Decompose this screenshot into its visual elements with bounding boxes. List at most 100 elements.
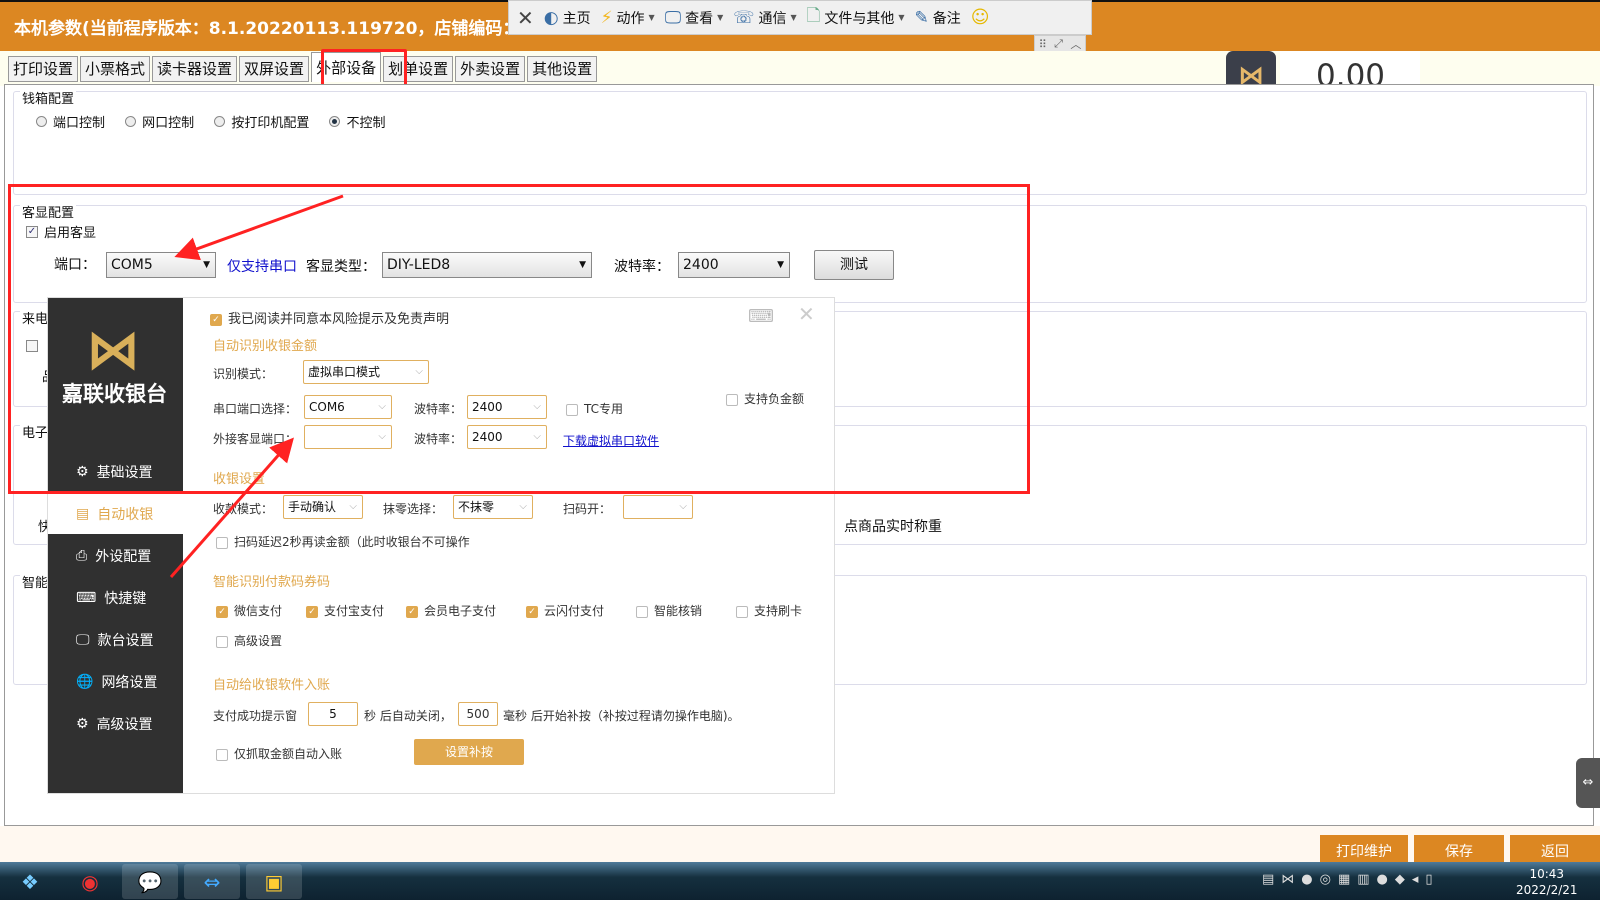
checkbox[interactable]: ✓ [26, 225, 38, 238]
checkbox[interactable] [216, 748, 228, 761]
pay-member[interactable]: ✓ 会员电子支付 [406, 602, 496, 619]
tab-other[interactable]: 其他设置 [527, 56, 598, 82]
radio-none[interactable]: 不控制 [329, 112, 385, 131]
dropdown-icon: ▼ [203, 260, 210, 270]
checkbox[interactable] [566, 403, 578, 416]
print-maintenance-button[interactable]: 打印维护 [1320, 835, 1408, 863]
pos-icon[interactable]: ▣ [246, 864, 302, 899]
nav-shortcuts[interactable]: ⌨ 快捷键 [48, 578, 183, 618]
gear-icon: ⚙ [76, 716, 89, 732]
view-icon: 🖵 [664, 7, 682, 28]
checkbox[interactable] [736, 605, 748, 618]
advanced-checkbox[interactable]: 高级设置 [216, 632, 282, 649]
baud-select[interactable]: 2400 ▼ [678, 252, 790, 278]
label: 端口控制 [53, 116, 106, 131]
ext-port-select[interactable]: ⌵ [304, 425, 392, 449]
chrome-icon[interactable]: ◉ [62, 864, 118, 899]
close-icon[interactable]: ✕ [517, 6, 534, 30]
checkbox[interactable]: ✓ [210, 313, 222, 326]
wechat-icon[interactable]: 💬 [122, 864, 178, 899]
label: 基础设置 [96, 465, 153, 481]
tab-receipt[interactable]: 小票格式 [80, 56, 151, 82]
serial-only-link[interactable]: 仅支持串口 [227, 256, 297, 276]
label: 高级设置 [96, 717, 153, 733]
retry-ms-input[interactable]: 500 [458, 702, 498, 726]
checkbox[interactable] [726, 393, 738, 406]
nav-counter[interactable]: 🖵 款台设置 [48, 620, 183, 660]
radio-printer[interactable]: 按打印机配置 [214, 112, 309, 131]
teamviewer-icon[interactable]: ⇔ [184, 864, 240, 899]
nav-basic[interactable]: ⚙ 基础设置 [48, 452, 183, 492]
keyboard-icon[interactable]: ⌨ [748, 306, 774, 327]
only-amount-checkbox[interactable]: 仅抓取金额自动入账 [216, 745, 342, 762]
checkbox[interactable] [216, 536, 228, 549]
smiley-icon[interactable]: ☺ [971, 7, 990, 28]
agree-checkbox[interactable]: ✓ 我已阅读并同意本风险提示及免责声明 [210, 308, 449, 327]
baud-label: 波特率： [414, 402, 463, 416]
negative-checkbox[interactable]: 支持负金额 [726, 390, 804, 407]
radio-network[interactable]: 网口控制 [125, 112, 194, 131]
toolbar-comm[interactable]: ☏ 通信 ▼ [733, 8, 796, 28]
checkbox[interactable]: ✓ [526, 605, 538, 618]
checkbox[interactable] [216, 635, 228, 648]
toolbar-home[interactable]: ◐ 主页 [544, 8, 591, 28]
scan-select[interactable]: ⌵ [623, 495, 693, 519]
set-retry-button[interactable]: 设置补按 [414, 739, 524, 765]
port-select[interactable]: COM6 ⌵ [304, 395, 392, 419]
value: COM6 [309, 400, 345, 414]
nav-network[interactable]: 🌐 网络设置 [48, 662, 183, 702]
save-button[interactable]: 保存 [1414, 835, 1504, 863]
radio-circle [125, 116, 137, 127]
pay-mode-select[interactable]: 手动确认 ⌵ [283, 495, 363, 519]
delay-checkbox[interactable]: 扫码延迟2秒再读金额（此时收银台不可操作 [216, 533, 470, 550]
mode-select[interactable]: 虚拟串口模式 ⌵ [303, 360, 429, 384]
nav-auto-cashier[interactable]: ▤ 自动收银 [48, 494, 183, 534]
pay-card[interactable]: 支持刷卡 [736, 602, 802, 619]
pay-wechat[interactable]: ✓ 微信支付 [216, 602, 282, 619]
baud-select-2[interactable]: 2400 ⌵ [467, 425, 547, 449]
tab-print[interactable]: 打印设置 [8, 56, 79, 82]
system-tray[interactable]: ▤⋈●◎▦▥●◆◂▯ [1262, 872, 1440, 887]
display-type-select[interactable]: DIY-LED8 ▼ [382, 252, 592, 278]
close-seconds-input[interactable]: 5 [308, 702, 358, 726]
checkbox[interactable]: ✓ [306, 605, 318, 618]
tab-takeout[interactable]: 外卖设置 [455, 56, 526, 82]
toolbar-note[interactable]: ✎ 备注 [915, 8, 961, 28]
checkbox[interactable]: ✓ [216, 605, 228, 618]
tab-dual-screen[interactable]: 双屏设置 [239, 56, 310, 82]
radio-port[interactable]: 端口控制 [36, 112, 105, 131]
nav-peripheral[interactable]: ⎙ 外设配置 [48, 536, 183, 576]
checkbox[interactable]: ✓ [406, 605, 418, 618]
baud-select-1[interactable]: 2400 ⌵ [467, 395, 547, 419]
tab-card-reader[interactable]: 读卡器设置 [152, 56, 238, 82]
label: 不控制 [346, 116, 386, 131]
back-button[interactable]: 返回 [1510, 835, 1600, 863]
checkbox[interactable] [26, 340, 38, 352]
clock[interactable]: 10:43 2022/2/21 [1516, 866, 1578, 898]
pay-unionpay[interactable]: ✓ 云闪付支付 [526, 602, 604, 619]
checkbox[interactable] [636, 605, 648, 618]
zero-select[interactable]: 不抹零 ⌵ [453, 495, 533, 519]
nav-advanced[interactable]: ⚙ 高级设置 [48, 704, 183, 744]
value: DIY-LED8 [387, 257, 451, 273]
dropdown-icon: ⌵ [519, 501, 527, 512]
enable-display-checkbox[interactable]: ✓ 启用客显 [26, 222, 96, 241]
close-icon[interactable]: ✕ [798, 302, 815, 326]
toolbar-action[interactable]: ⚡ 动作 ▼ [601, 8, 655, 28]
port-select[interactable]: COM5 ▼ [106, 252, 216, 278]
tc-checkbox[interactable]: TC专用 [566, 400, 623, 417]
expand-icon[interactable]: ⤢ [1054, 37, 1063, 51]
grid-icon[interactable]: ⠿ [1039, 38, 1047, 51]
start-icon[interactable]: ❖ [2, 864, 58, 899]
toolbar-file[interactable]: 🗋 文件与其他 ▼ [807, 3, 905, 32]
pay-verify[interactable]: 智能核销 [636, 602, 702, 619]
pay-alipay[interactable]: ✓ 支付宝支付 [306, 602, 384, 619]
toolbar-view[interactable]: 🖵 查看 ▼ [665, 8, 724, 28]
test-button[interactable]: 测试 [814, 250, 894, 280]
remote-toolbar: ✕ ◐ 主页 ⚡ 动作 ▼ 🖵 查看 ▼ ☏ 通信 ▼ 🗋 文件与其他 ▼ ✎ 备注 ☺ [508, 0, 1092, 35]
download-link[interactable]: 下载虚拟串口软件 [563, 432, 659, 449]
collapse-icon[interactable]: ︿ [1070, 36, 1081, 52]
teamviewer-side-tab[interactable]: ⇔ [1576, 758, 1600, 808]
lightning-icon: ⚡ [600, 7, 613, 28]
dropdown-icon: ⌵ [415, 366, 423, 377]
